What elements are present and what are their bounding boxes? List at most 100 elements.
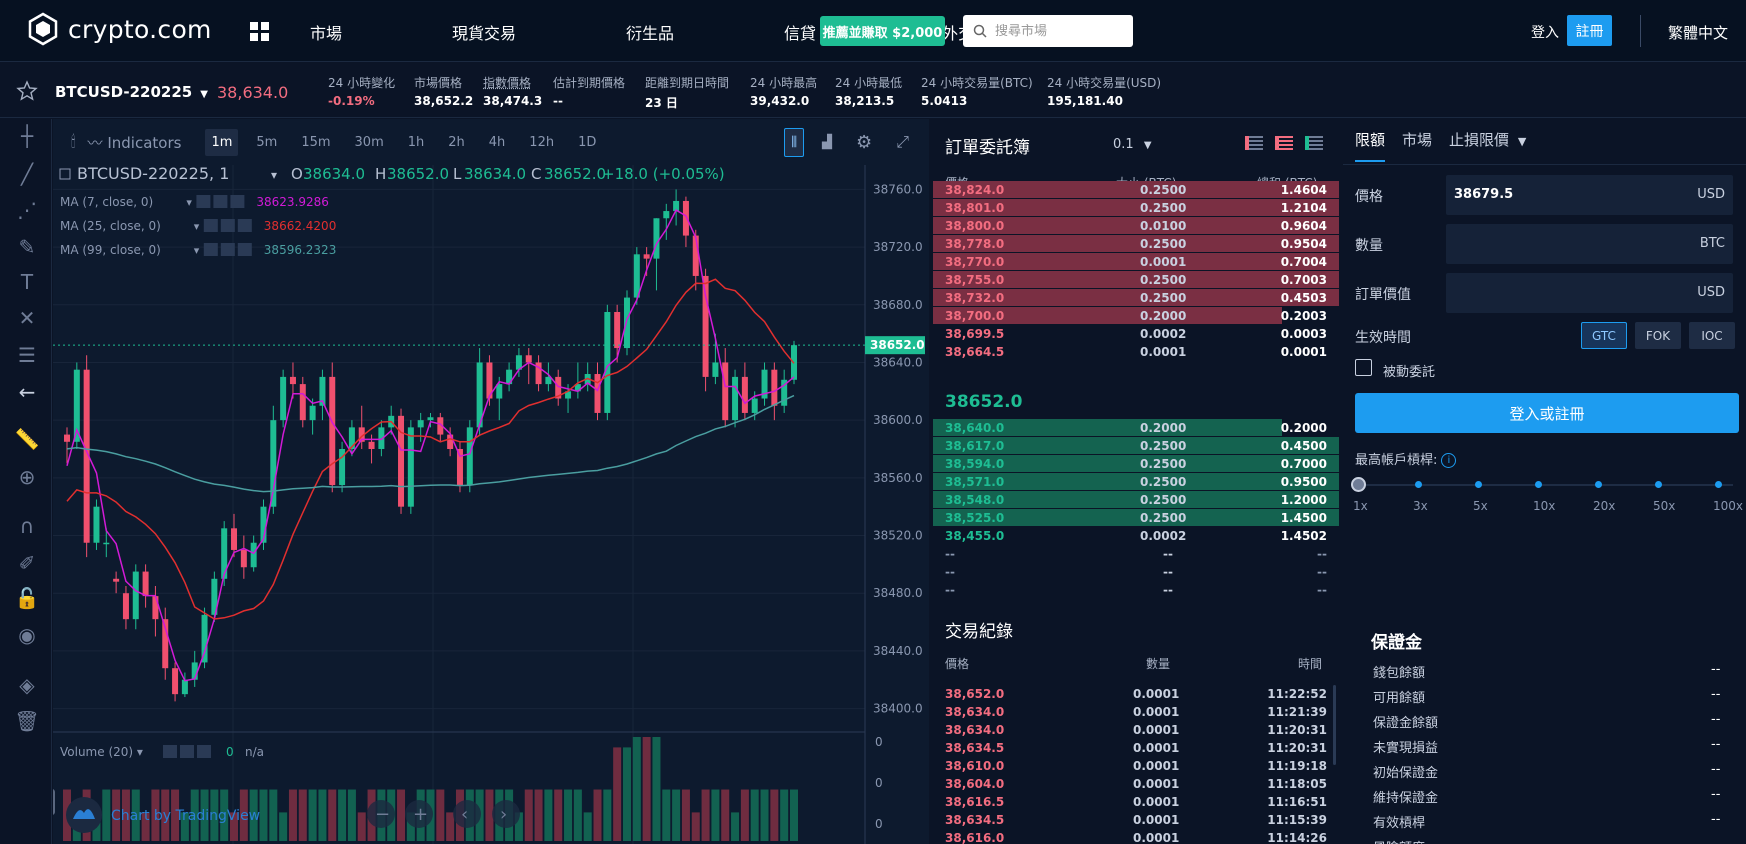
bid-row[interactable]: -- -- -- [933, 563, 1339, 581]
interval-15m[interactable]: 15m [295, 129, 336, 156]
eye-icon[interactable]: ◉ [14, 622, 40, 648]
bid-row[interactable]: 38,455.0 0.0002 1.4502 [933, 527, 1339, 545]
instrument-selector[interactable]: BTCUSD-220225 ▼ [55, 83, 208, 101]
tab-stop-limit[interactable]: 止損限價 ▼ [1449, 129, 1526, 162]
ask-row[interactable]: 38,755.0 0.2500 0.7003 [933, 271, 1339, 289]
close-icon[interactable] [238, 243, 252, 256]
interval-4h[interactable]: 4h [483, 129, 512, 156]
view-bids-icon[interactable] [1305, 136, 1323, 150]
eye-icon[interactable] [196, 195, 210, 208]
interval-1D[interactable]: 1D [572, 129, 602, 156]
logo[interactable]: crypto.com [26, 12, 212, 46]
price-input[interactable]: 38679.5 USD [1446, 175, 1733, 215]
register-button[interactable]: 註冊 [1567, 15, 1612, 46]
crosshair-icon[interactable]: ┼ [14, 123, 40, 149]
chart-type-candles-icon[interactable]: 🕯 [65, 126, 82, 158]
leverage-dot[interactable] [1535, 481, 1542, 488]
info-icon[interactable]: i [1441, 453, 1456, 468]
referral-promo-button[interactable]: 推薦並賺取 $2,000 [820, 16, 945, 46]
interval-1h[interactable]: 1h [402, 129, 431, 156]
nav-item-0[interactable]: 市場 [310, 20, 397, 44]
interval-30m[interactable]: 30m [349, 129, 390, 156]
pattern-icon[interactable]: ✕ [14, 305, 40, 331]
tif-ioc-button[interactable]: IOC [1689, 322, 1735, 349]
slider-handle[interactable] [1351, 477, 1366, 492]
view-both-icon[interactable] [1245, 136, 1263, 150]
brush-icon[interactable]: ✎ [14, 234, 40, 260]
ask-row[interactable]: 38,732.0 0.2500 0.4503 [933, 289, 1339, 307]
order-value-input[interactable]: USD [1446, 273, 1733, 313]
favorite-star-icon[interactable] [16, 80, 38, 102]
bid-row[interactable]: -- -- -- [933, 545, 1339, 563]
eye-icon[interactable] [204, 219, 218, 232]
interval-1m[interactable]: 1m [205, 129, 238, 156]
interval-5m[interactable]: 5m [250, 129, 283, 156]
language-selector[interactable]: 繁體中文 [1668, 22, 1728, 43]
apps-grid-icon[interactable] [250, 22, 269, 41]
trend-line-icon[interactable]: ╱ [14, 161, 40, 187]
arrow-back-icon[interactable]: ← [14, 379, 40, 405]
leverage-slider[interactable] [1358, 484, 1733, 486]
fullscreen-icon[interactable]: ⤢ [890, 126, 915, 158]
bid-row[interactable]: 38,571.0 0.2500 0.9500 [933, 473, 1339, 491]
ask-row[interactable]: 38,699.5 0.0002 0.0003 [933, 325, 1339, 343]
leverage-dot[interactable] [1595, 481, 1602, 488]
bid-row[interactable]: 38,548.0 0.2500 1.2000 [933, 491, 1339, 509]
text-icon[interactable]: T [14, 269, 40, 295]
ask-row[interactable]: 38,700.0 0.2000 0.2003 [933, 307, 1339, 325]
login-link[interactable]: 登入 [1531, 22, 1559, 42]
ask-row[interactable]: 38,778.0 0.2500 0.9504 [933, 235, 1339, 253]
bid-row[interactable]: 38,617.0 0.2500 0.4500 [933, 437, 1339, 455]
view-asks-icon[interactable] [1275, 136, 1293, 150]
magnet-icon[interactable]: ∩ [14, 513, 40, 539]
login-or-register-button[interactable]: 登入或註冊 [1355, 393, 1739, 433]
lock-icon[interactable]: 🔓 [14, 585, 40, 611]
gear-icon[interactable] [221, 219, 235, 232]
interval-12h[interactable]: 12h [523, 129, 560, 156]
nav-item-2[interactable]: 衍生品 [626, 20, 729, 44]
layers-icon[interactable]: ◈ [14, 672, 40, 698]
bid-row[interactable]: 38,525.0 0.2500 1.4500 [933, 509, 1339, 527]
interval-2h[interactable]: 2h [442, 129, 471, 156]
leverage-dot[interactable] [1655, 481, 1662, 488]
close-icon[interactable] [238, 219, 252, 232]
trash-icon[interactable]: 🗑 [14, 708, 40, 734]
chart-mode-original-icon[interactable]: ⫼ [784, 128, 804, 157]
precision-selector[interactable]: 0.1 ▼ [1113, 137, 1152, 152]
bid-row[interactable]: -- -- -- [933, 581, 1339, 599]
tab-market[interactable]: 市場 [1402, 129, 1432, 162]
collapse-legend-icon[interactable] [60, 169, 70, 179]
zoom-in-icon[interactable]: ⊕ [14, 464, 40, 490]
ask-row[interactable]: 38,664.5 0.0001 0.0001 [933, 343, 1339, 361]
nav-item-1[interactable]: 現貨交易 [452, 20, 571, 44]
settings-gear-icon[interactable]: ⚙ [850, 126, 878, 159]
chart-mode-depth-icon[interactable]: ▟ [816, 129, 838, 156]
chart-canvas[interactable]: 38760.0 38720.0 38680.0 38640.0 38600.0 38560… [53, 165, 929, 844]
quantity-input[interactable]: BTC [1446, 224, 1733, 264]
close-icon[interactable] [230, 195, 244, 208]
ruler-icon[interactable]: 📏 [14, 426, 40, 452]
bid-row[interactable]: 38,594.0 0.2500 0.7000 [933, 455, 1339, 473]
eye-icon[interactable] [204, 243, 218, 256]
search-input[interactable] [995, 24, 1125, 39]
leverage-dot[interactable] [1475, 481, 1482, 488]
bid-row[interactable]: 38,640.0 0.2000 0.2000 [933, 419, 1339, 437]
fib-icon[interactable]: ⋰ [14, 197, 40, 223]
gear-icon[interactable] [213, 195, 227, 208]
passive-order-checkbox[interactable] [1355, 359, 1372, 376]
leverage-dot[interactable] [1415, 481, 1422, 488]
indicators-button[interactable]: 〰 Indicators [88, 132, 182, 153]
tif-gtc-button[interactable]: GTC [1581, 322, 1627, 349]
ask-row[interactable]: 38,824.0 0.2500 1.4604 [933, 181, 1339, 199]
ask-row[interactable]: 38,800.0 0.0100 0.9604 [933, 217, 1339, 235]
gear-icon[interactable] [221, 243, 235, 256]
ask-row[interactable]: 38,770.0 0.0001 0.7004 [933, 253, 1339, 271]
tif-fok-button[interactable]: FOK [1635, 322, 1681, 349]
measure-icon[interactable]: ☰ [14, 342, 40, 368]
leverage-dot[interactable] [1715, 481, 1722, 488]
lock-draw-icon[interactable]: ✐ [14, 550, 40, 576]
eye-icon[interactable] [163, 745, 177, 758]
ask-row[interactable]: 38,801.0 0.2500 1.2104 [933, 199, 1339, 217]
gear-icon[interactable] [180, 745, 194, 758]
collapse-toolbar-handle[interactable] [53, 789, 55, 815]
